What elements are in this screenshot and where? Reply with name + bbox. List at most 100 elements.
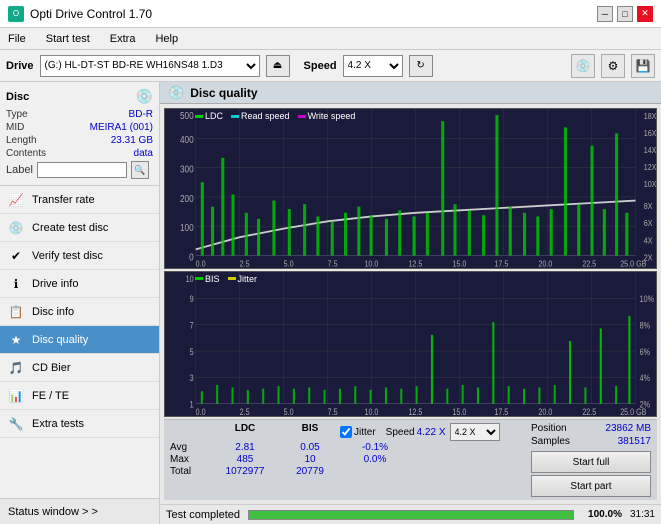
top-chart: LDC Read speed Write speed bbox=[164, 108, 657, 269]
close-button[interactable]: ✕ bbox=[637, 6, 653, 22]
sidebar-item-disc-info[interactable]: 📋 Disc info bbox=[0, 298, 159, 326]
sidebar-item-transfer-rate[interactable]: 📈 Transfer rate bbox=[0, 186, 159, 214]
sidebar-item-extra-tests[interactable]: 🔧 Extra tests bbox=[0, 410, 159, 438]
total-bis: 20779 bbox=[280, 466, 340, 477]
stats-header-row: LDC BIS Jitter Speed 4.22 X 4.2 X bbox=[170, 423, 523, 441]
svg-text:0.0: 0.0 bbox=[196, 259, 207, 268]
refresh-button[interactable]: ↻ bbox=[409, 55, 433, 77]
app-title: Opti Drive Control 1.70 bbox=[30, 7, 152, 21]
transfer-rate-icon: 📈 bbox=[8, 192, 24, 208]
drive-select[interactable]: (G:) HL-DT-ST BD-RE WH16NS48 1.D3 bbox=[40, 55, 260, 77]
svg-text:12.5: 12.5 bbox=[408, 259, 422, 268]
svg-text:7: 7 bbox=[190, 321, 194, 331]
verify-disc-icon: ✔ bbox=[8, 248, 24, 264]
svg-text:4X: 4X bbox=[644, 236, 653, 246]
svg-text:7.5: 7.5 bbox=[328, 259, 339, 268]
svg-text:500: 500 bbox=[180, 110, 194, 121]
maximize-button[interactable]: □ bbox=[617, 6, 633, 22]
disc-mid-row: MID MEIRA1 (001) bbox=[6, 122, 153, 133]
content-title: Disc quality bbox=[190, 86, 257, 100]
save-icon-btn[interactable]: 💾 bbox=[631, 54, 655, 78]
samples-label: Samples bbox=[531, 436, 570, 447]
start-full-button[interactable]: Start full bbox=[531, 451, 651, 473]
extra-tests-icon: 🔧 bbox=[8, 416, 24, 432]
speed-stat-select[interactable]: 4.2 X bbox=[450, 423, 500, 441]
svg-text:8%: 8% bbox=[640, 321, 650, 331]
titlebar: O Opti Drive Control 1.70 ─ □ ✕ bbox=[0, 0, 661, 28]
svg-text:15.0: 15.0 bbox=[452, 259, 466, 268]
svg-text:18X: 18X bbox=[644, 111, 656, 121]
svg-text:25.0 GB: 25.0 GB bbox=[620, 259, 646, 268]
sidebar-item-create-test-disc[interactable]: 💿 Create test disc bbox=[0, 214, 159, 242]
svg-text:12.5: 12.5 bbox=[408, 407, 422, 416]
legend-bis: BIS bbox=[195, 274, 220, 284]
main-layout: Disc 💿 Type BD-R MID MEIRA1 (001) Length… bbox=[0, 82, 661, 524]
legend-jitter: Jitter bbox=[228, 274, 258, 284]
max-jitter: 0.0% bbox=[340, 454, 410, 465]
nav-verify-disc-label: Verify test disc bbox=[32, 250, 151, 262]
stats-col-jitter-header: Jitter bbox=[340, 423, 376, 441]
sidebar-item-fe-te[interactable]: 📊 FE / TE bbox=[0, 382, 159, 410]
menu-start-test[interactable]: Start test bbox=[42, 31, 94, 47]
svg-text:16X: 16X bbox=[644, 128, 656, 138]
svg-text:25.0 GB: 25.0 GB bbox=[620, 407, 646, 416]
status-window-label: Status window > > bbox=[8, 506, 98, 518]
jitter-checkbox[interactable] bbox=[340, 426, 352, 438]
app-icon: O bbox=[8, 6, 24, 22]
svg-text:10.0: 10.0 bbox=[364, 259, 378, 268]
disc-length-value: 23.31 GB bbox=[111, 135, 153, 146]
status-text: Test completed bbox=[166, 509, 240, 521]
svg-text:14X: 14X bbox=[644, 145, 656, 155]
speed-select[interactable]: 4.2 X bbox=[343, 55, 403, 77]
sidebar-item-drive-info[interactable]: ℹ Drive info bbox=[0, 270, 159, 298]
settings-icon-btn[interactable]: ⚙ bbox=[601, 54, 625, 78]
disc-length-label: Length bbox=[6, 135, 37, 146]
max-ldc: 485 bbox=[210, 454, 280, 465]
disc-panel-icon: 💿 bbox=[136, 88, 153, 105]
titlebar-controls: ─ □ ✕ bbox=[597, 6, 653, 22]
jitter-label: Jitter bbox=[354, 427, 376, 438]
svg-text:20.0: 20.0 bbox=[538, 259, 552, 268]
start-part-button[interactable]: Start part bbox=[531, 475, 651, 497]
svg-text:2.5: 2.5 bbox=[240, 407, 250, 416]
svg-text:15.0: 15.0 bbox=[452, 407, 466, 416]
stats-avg-row: Avg 2.81 0.05 -0.1% bbox=[170, 442, 523, 453]
menubar: File Start test Extra Help bbox=[0, 28, 661, 50]
create-disc-icon: 💿 bbox=[8, 220, 24, 236]
svg-text:4%: 4% bbox=[640, 373, 650, 383]
position-row: Position 23862 MB bbox=[531, 423, 651, 434]
speed-label: Speed bbox=[304, 60, 337, 72]
svg-text:8X: 8X bbox=[644, 202, 653, 212]
stats-table: LDC BIS Jitter Speed 4.22 X 4.2 X bbox=[170, 423, 523, 477]
menu-help[interactable]: Help bbox=[151, 31, 182, 47]
disc-mid-value: MEIRA1 (001) bbox=[90, 122, 153, 133]
sidebar-item-disc-quality[interactable]: ★ Disc quality bbox=[0, 326, 159, 354]
disc-label-btn[interactable]: 🔍 bbox=[131, 161, 149, 179]
sidebar-item-cd-bier[interactable]: 🎵 CD Bier bbox=[0, 354, 159, 382]
max-label: Max bbox=[170, 454, 210, 465]
svg-text:200: 200 bbox=[180, 193, 194, 204]
disc-icon-btn[interactable]: 💿 bbox=[571, 54, 595, 78]
svg-text:12X: 12X bbox=[644, 162, 656, 172]
minimize-button[interactable]: ─ bbox=[597, 6, 613, 22]
status-window-button[interactable]: Status window > > bbox=[0, 498, 159, 524]
speed-stat-value: 4.22 X bbox=[417, 427, 446, 438]
sidebar: Disc 💿 Type BD-R MID MEIRA1 (001) Length… bbox=[0, 82, 160, 524]
bottom-chart-legend: BIS Jitter bbox=[195, 274, 257, 284]
svg-text:1: 1 bbox=[190, 400, 194, 410]
disc-label-input[interactable] bbox=[37, 162, 127, 178]
cd-bier-icon: 🎵 bbox=[8, 360, 24, 376]
disc-title: Disc bbox=[6, 91, 29, 103]
menu-extra[interactable]: Extra bbox=[106, 31, 140, 47]
chart-area: LDC Read speed Write speed bbox=[160, 104, 661, 504]
legend-read-speed: Read speed bbox=[231, 111, 290, 121]
bottom-chart-svg: 1 3 5 7 9 10 2% 4% 6% 8% 10% 0.0 2.5 5.0 bbox=[165, 272, 656, 416]
stats-total-row: Total 1072977 20779 bbox=[170, 466, 523, 477]
sidebar-item-verify-test-disc[interactable]: ✔ Verify test disc bbox=[0, 242, 159, 270]
eject-button[interactable]: ⏏ bbox=[266, 55, 290, 77]
menu-file[interactable]: File bbox=[4, 31, 30, 47]
svg-text:17.5: 17.5 bbox=[494, 259, 508, 268]
progress-percent: 100.0% bbox=[582, 509, 622, 520]
svg-text:22.5: 22.5 bbox=[582, 259, 596, 268]
disc-label-label: Label bbox=[6, 164, 33, 176]
